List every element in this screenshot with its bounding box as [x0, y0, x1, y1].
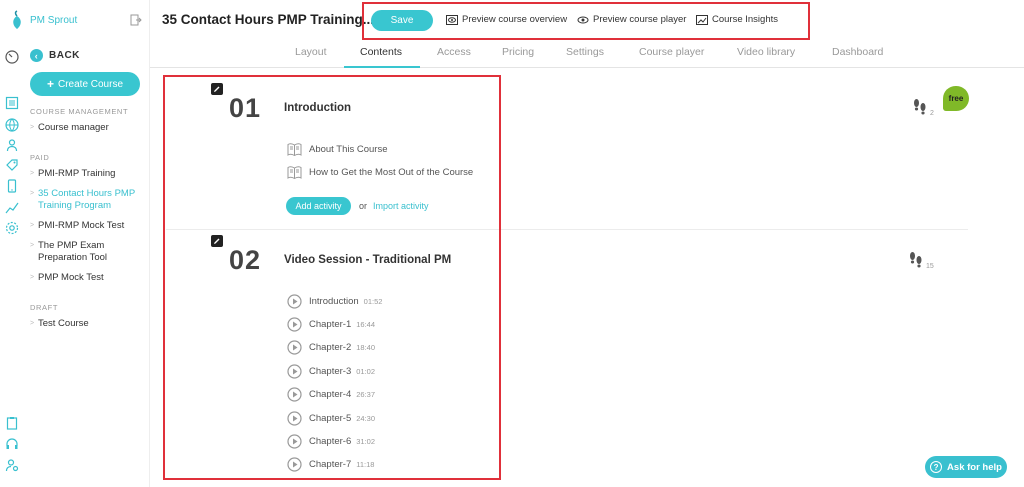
courses-icon[interactable]: [5, 96, 19, 110]
tab-pricing[interactable]: Pricing: [502, 46, 534, 58]
brand-name: PM Sprout: [30, 14, 78, 26]
free-badge: free: [943, 86, 969, 111]
gear-icon[interactable]: [5, 221, 19, 235]
ask-for-help-button[interactable]: ? Ask for help: [925, 456, 1007, 478]
views-indicator: 15: [908, 250, 934, 270]
users-icon[interactable]: [5, 138, 19, 152]
back-label: BACK: [49, 50, 80, 61]
globe-icon[interactable]: [5, 118, 19, 132]
sidebar-item-35-contact-hours[interactable]: 35 Contact Hours PMP Training Program: [30, 188, 148, 212]
highlight-box-header: [362, 2, 810, 40]
tab-video-library[interactable]: Video library: [737, 46, 795, 58]
tab-layout[interactable]: Layout: [295, 46, 327, 58]
tab-dashboard[interactable]: Dashboard: [832, 46, 883, 58]
highlight-box-contents: [163, 75, 501, 480]
sidebar-item-pmp-mock-test[interactable]: PMP Mock Test: [30, 272, 148, 284]
footprints-icon: [910, 252, 922, 268]
section-heading-draft: DRAFT: [30, 303, 58, 312]
sprout-logo-icon: [13, 10, 21, 29]
sidebar-item-pmp-exam-prep-tool[interactable]: The PMP Exam Preparation Tool: [30, 240, 148, 264]
collapse-sidebar-icon[interactable]: [130, 14, 142, 26]
clipboard-icon[interactable]: [5, 416, 19, 430]
views-indicator: 2: [912, 97, 934, 117]
create-course-button[interactable]: + Create Course: [30, 72, 140, 96]
back-button[interactable]: ‹ BACK: [30, 49, 80, 62]
sidebar-item-pmi-rmp-mock-test[interactable]: PMI-RMP Mock Test: [30, 220, 148, 232]
mobile-icon[interactable]: [5, 179, 19, 193]
views-count: 2: [930, 110, 934, 117]
arrow-left-icon: ‹: [30, 49, 43, 62]
section-heading-course-management: COURSE MANAGEMENT: [30, 107, 129, 116]
brand[interactable]: PM Sprout: [10, 10, 77, 30]
plus-icon: +: [46, 77, 54, 91]
tab-contents[interactable]: Contents: [360, 46, 402, 58]
tab-access[interactable]: Access: [437, 46, 471, 58]
user-settings-icon[interactable]: [5, 458, 19, 472]
footprints-icon: [914, 99, 926, 115]
active-tab-indicator: [344, 66, 420, 68]
ask-for-help-label: Ask for help: [947, 461, 1002, 473]
views-count: 15: [926, 263, 934, 270]
analytics-icon[interactable]: [5, 200, 19, 214]
tag-icon[interactable]: [5, 158, 19, 172]
tab-bar: Layout Contents Access Pricing Settings …: [150, 40, 1024, 68]
section-heading-paid: PAID: [30, 153, 50, 162]
course-title: 35 Contact Hours PMP Training...: [162, 12, 375, 27]
sidebar: PM Sprout ‹ BACK + Create Course COURSE …: [13, 0, 150, 487]
tab-course-player[interactable]: Course player: [639, 46, 704, 58]
icon-rail: [0, 0, 24, 487]
speedometer-icon[interactable]: [5, 50, 19, 64]
sidebar-item-test-course[interactable]: Test Course: [30, 318, 148, 330]
sidebar-item-course-manager[interactable]: Course manager: [30, 122, 148, 134]
sidebar-item-pmi-rmp-training[interactable]: PMI-RMP Training: [30, 168, 148, 180]
create-course-label: Create Course: [57, 78, 124, 90]
headset-icon[interactable]: [5, 437, 19, 451]
tab-settings[interactable]: Settings: [566, 46, 604, 58]
question-icon: ?: [930, 461, 943, 473]
